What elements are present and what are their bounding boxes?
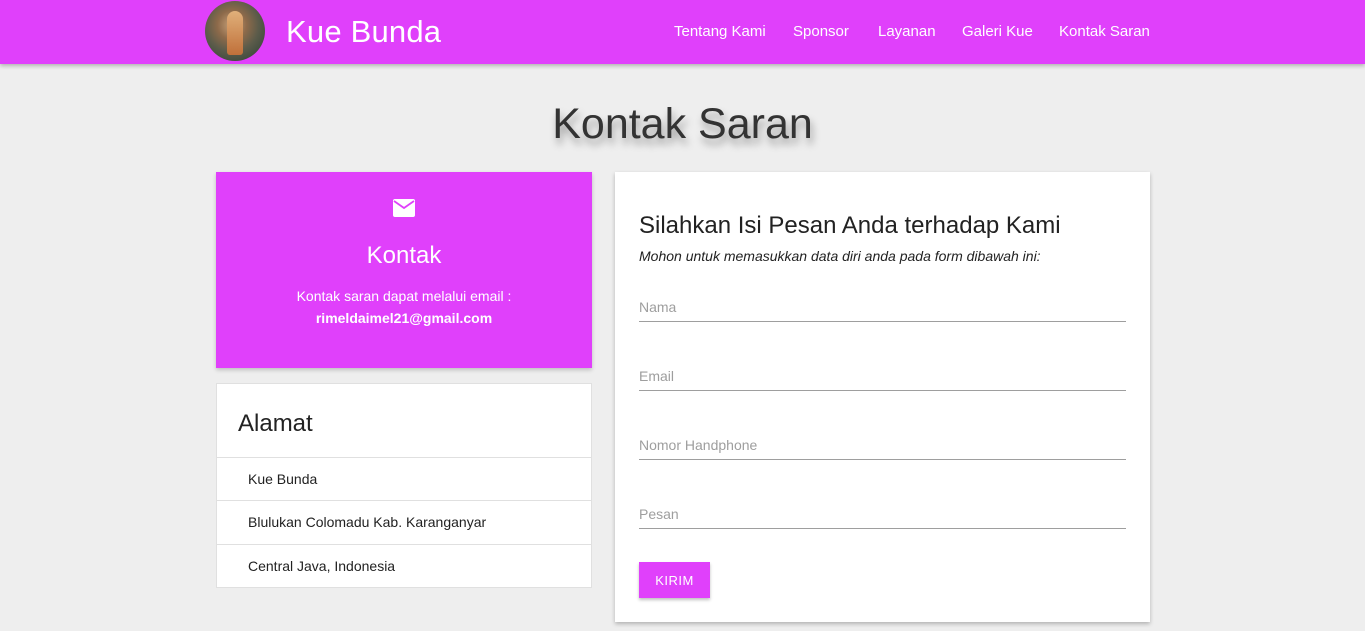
alamat-title: Alamat bbox=[238, 410, 313, 437]
alamat-item-name: Kue Bunda bbox=[217, 457, 591, 501]
nav-menu: Tentang Kami Sponsor Layanan Galeri Kue … bbox=[0, 23, 1365, 43]
submit-button[interactable]: KIRIM bbox=[639, 562, 710, 598]
nama-input[interactable] bbox=[639, 292, 1126, 322]
page-title: Kontak Saran bbox=[552, 100, 813, 148]
nav-item-tentang-kami[interactable]: Tentang Kami bbox=[674, 23, 766, 40]
email-input[interactable] bbox=[639, 361, 1126, 391]
mail-icon bbox=[393, 199, 415, 217]
pesan-input[interactable] bbox=[639, 499, 1126, 529]
kontak-email: rimeldaimel21@gmail.com bbox=[315, 310, 493, 326]
kontak-description: Kontak saran dapat melalui email : bbox=[296, 288, 512, 304]
nav-item-galeri-kue[interactable]: Galeri Kue bbox=[962, 23, 1033, 40]
form-subtitle: Mohon untuk memasukkan data diri anda pa… bbox=[639, 248, 1041, 264]
form-title: Silahkan Isi Pesan Anda terhadap Kami bbox=[639, 212, 1061, 239]
alamat-item-region: Central Java, Indonesia bbox=[217, 544, 591, 588]
phone-input[interactable] bbox=[639, 430, 1126, 460]
nav-item-kontak-saran[interactable]: Kontak Saran bbox=[1059, 23, 1150, 40]
navbar: Kue Bunda Tentang Kami Sponsor Layanan G… bbox=[0, 0, 1365, 64]
kontak-title: Kontak bbox=[366, 242, 442, 269]
nav-item-sponsor[interactable]: Sponsor bbox=[793, 23, 849, 40]
alamat-item-street: Blulukan Colomadu Kab. Karanganyar bbox=[217, 500, 591, 544]
nav-item-layanan[interactable]: Layanan bbox=[878, 23, 936, 40]
